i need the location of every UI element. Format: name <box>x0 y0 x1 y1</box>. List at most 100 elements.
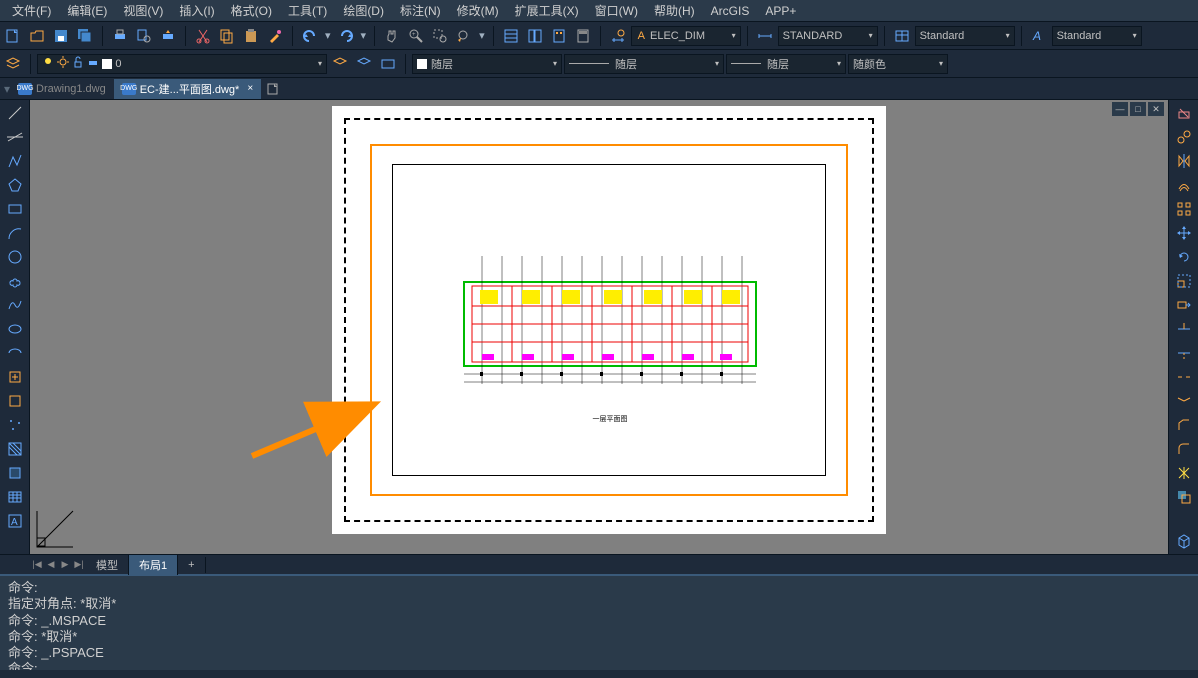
table-icon[interactable] <box>4 486 26 508</box>
close-window-button[interactable]: ✕ <box>1148 102 1164 116</box>
move-icon[interactable] <box>1173 222 1195 244</box>
layer-dropdown[interactable]: 0 ▾ <box>37 54 327 74</box>
menu-express[interactable]: 扩展工具(X) <box>507 0 587 21</box>
save-icon[interactable] <box>50 25 72 47</box>
stretch-icon[interactable] <box>1173 294 1195 316</box>
tab-nav-prev[interactable]: ◀ <box>44 557 58 573</box>
undo-icon[interactable] <box>299 25 321 47</box>
menu-help[interactable]: 帮助(H) <box>646 0 703 21</box>
layer-manager-icon[interactable] <box>2 53 24 75</box>
dimstyle-browse-icon[interactable] <box>607 25 629 47</box>
designcenter-icon[interactable] <box>524 25 546 47</box>
draworder-icon[interactable] <box>1173 486 1195 508</box>
layer-previous-icon[interactable] <box>329 53 351 75</box>
hatch-icon[interactable] <box>4 438 26 460</box>
zoom-previous-icon[interactable] <box>453 25 475 47</box>
menu-insert[interactable]: 插入(I) <box>171 0 222 21</box>
model-tab[interactable]: 模型 <box>86 555 129 575</box>
point-icon[interactable] <box>4 414 26 436</box>
insert-block-icon[interactable] <box>4 366 26 388</box>
new-icon[interactable] <box>2 25 24 47</box>
textstyle-dropdown[interactable]: Standard▾ <box>1052 26 1142 46</box>
revcloud-icon[interactable] <box>4 270 26 292</box>
menu-modify[interactable]: 修改(M) <box>449 0 507 21</box>
minimize-button[interactable]: — <box>1112 102 1128 116</box>
construction-line-icon[interactable] <box>4 126 26 148</box>
spline-icon[interactable] <box>4 294 26 316</box>
dropdown-arrow-icon[interactable]: ▾ <box>359 29 369 42</box>
circle-icon[interactable] <box>4 246 26 268</box>
paste-icon[interactable] <box>240 25 262 47</box>
publish-icon[interactable] <box>157 25 179 47</box>
scale-icon[interactable] <box>1173 270 1195 292</box>
tab-nav-last[interactable]: ▶| <box>72 557 86 573</box>
menu-edit[interactable]: 编辑(E) <box>59 0 115 21</box>
menu-window[interactable]: 窗口(W) <box>587 0 646 21</box>
erase-icon[interactable] <box>1173 102 1195 124</box>
tablestyle-dropdown[interactable]: Standard▾ <box>915 26 1015 46</box>
tab-handle-icon[interactable]: ▾ <box>2 82 10 96</box>
file-tab-ec[interactable]: DWG EC-建...平面图.dwg* × <box>114 79 261 99</box>
fillet-icon[interactable] <box>1173 438 1195 460</box>
zoom-window-icon[interactable] <box>429 25 451 47</box>
print-preview-icon[interactable] <box>133 25 155 47</box>
menu-appplus[interactable]: APP+ <box>757 2 804 20</box>
file-tab-drawing1[interactable]: DWG Drawing1.dwg <box>10 79 114 99</box>
array-icon[interactable] <box>1173 198 1195 220</box>
break-icon[interactable] <box>1173 366 1195 388</box>
tab-nav-first[interactable]: |◀ <box>30 557 44 573</box>
rectangle-icon[interactable] <box>4 198 26 220</box>
viewcube-icon[interactable] <box>1173 530 1195 552</box>
close-tab-icon[interactable]: × <box>247 83 253 94</box>
tab-nav-next[interactable]: ▶ <box>58 557 72 573</box>
layer-states-icon[interactable] <box>353 53 375 75</box>
explode-icon[interactable] <box>1173 462 1195 484</box>
lineweight-dropdown[interactable]: 随层▾ <box>726 54 846 74</box>
menu-view[interactable]: 视图(V) <box>115 0 171 21</box>
open-icon[interactable] <box>26 25 48 47</box>
offset-icon[interactable] <box>1173 174 1195 196</box>
redo-icon[interactable] <box>335 25 357 47</box>
menu-tools[interactable]: 工具(T) <box>280 0 335 21</box>
textstyle-icon[interactable]: A <box>1028 25 1050 47</box>
zoom-realtime-icon[interactable]: + <box>405 25 427 47</box>
toolpalette-icon[interactable] <box>548 25 570 47</box>
menu-file[interactable]: 文件(F) <box>4 0 59 21</box>
trim-icon[interactable] <box>1173 318 1195 340</box>
polygon-icon[interactable] <box>4 174 26 196</box>
calculator-icon[interactable] <box>572 25 594 47</box>
line-icon[interactable] <box>4 102 26 124</box>
menu-draw[interactable]: 绘图(D) <box>335 0 392 21</box>
new-tab-button[interactable] <box>261 79 287 99</box>
menu-format[interactable]: 格式(O) <box>223 0 280 21</box>
matchprop-icon[interactable] <box>264 25 286 47</box>
print-icon[interactable] <box>109 25 131 47</box>
command-window[interactable]: 命令: 指定对角点: *取消* 命令: _.MSPACE 命令: *取消* 命令… <box>0 574 1198 670</box>
copy-obj-icon[interactable] <box>1173 126 1195 148</box>
dropdown-arrow-icon[interactable]: ▾ <box>477 29 487 42</box>
dimension-icon[interactable] <box>754 25 776 47</box>
copy-icon[interactable] <box>216 25 238 47</box>
plotstyle-dropdown[interactable]: 随颜色▾ <box>848 54 948 74</box>
make-block-icon[interactable] <box>4 390 26 412</box>
dimstyle-dropdown[interactable]: A ELEC_DIM▾ <box>631 26 741 46</box>
drawing-canvas[interactable]: — □ ✕ <box>30 100 1168 554</box>
cut-icon[interactable] <box>192 25 214 47</box>
polyline-icon[interactable] <box>4 150 26 172</box>
dropdown-arrow-icon[interactable]: ▾ <box>323 29 333 42</box>
add-layout-tab[interactable]: + <box>178 557 205 573</box>
layer-isolate-icon[interactable] <box>377 53 399 75</box>
region-icon[interactable] <box>4 462 26 484</box>
join-icon[interactable] <box>1173 390 1195 412</box>
pan-icon[interactable] <box>381 25 403 47</box>
chamfer-icon[interactable] <box>1173 414 1195 436</box>
arc-icon[interactable] <box>4 222 26 244</box>
menu-arcgis[interactable]: ArcGIS <box>703 2 758 20</box>
extend-icon[interactable] <box>1173 342 1195 364</box>
mirror-icon[interactable] <box>1173 150 1195 172</box>
ellipse-icon[interactable] <box>4 318 26 340</box>
maximize-button[interactable]: □ <box>1130 102 1146 116</box>
rotate-icon[interactable] <box>1173 246 1195 268</box>
color-dropdown[interactable]: 随层▾ <box>412 54 562 74</box>
linetype-dropdown[interactable]: 随层▾ <box>564 54 724 74</box>
